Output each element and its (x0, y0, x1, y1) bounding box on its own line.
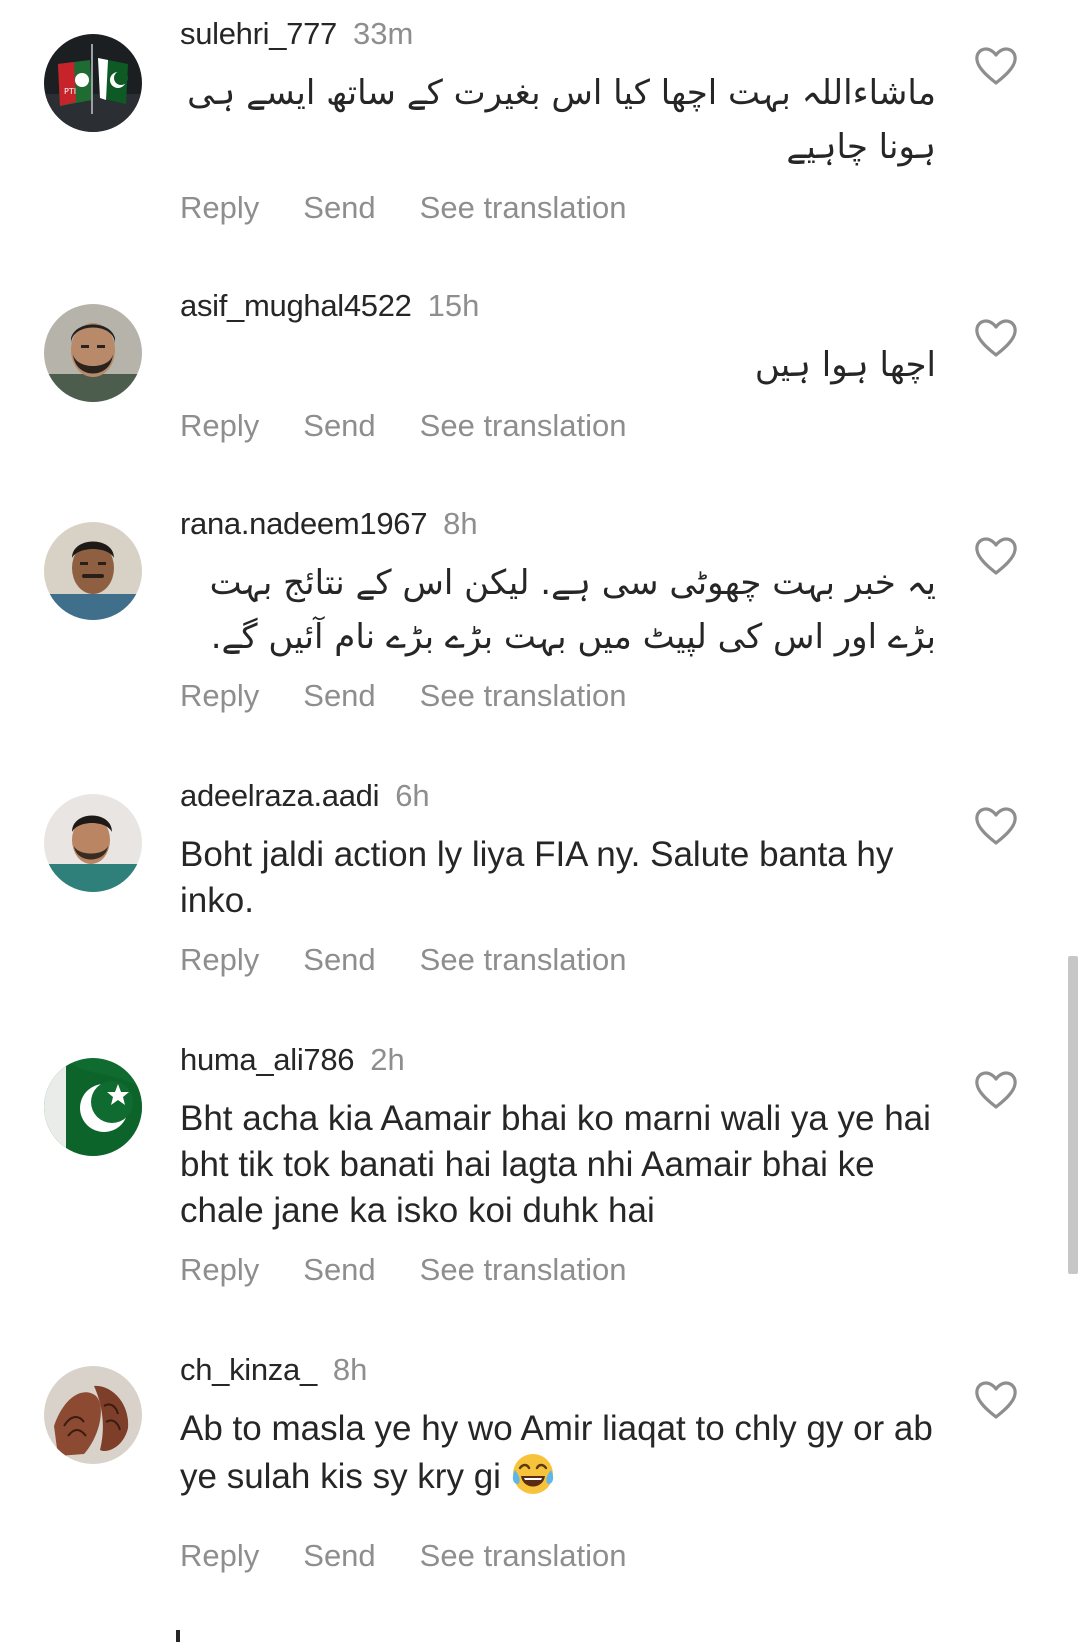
username[interactable]: huma_ali786 (180, 1042, 355, 1077)
send-button[interactable]: Send (303, 188, 375, 228)
heart-icon[interactable] (974, 536, 1018, 576)
avatar[interactable] (44, 1366, 142, 1464)
timestamp: 15h (427, 288, 480, 323)
timestamp: 2h (370, 1042, 405, 1077)
avatar[interactable]: PTI (44, 34, 142, 132)
timestamp: 8h (332, 1352, 368, 1387)
reply-button[interactable]: Reply (180, 676, 259, 716)
comment-text: Boht jaldi action ly liya FIA ny. Salute… (180, 835, 894, 920)
send-button[interactable]: Send (303, 1536, 375, 1576)
heart-icon[interactable] (974, 46, 1018, 86)
comment-actions: Reply Send See translation (180, 188, 626, 228)
username[interactable]: adeelraza.aadi (180, 778, 379, 813)
see-translation-button[interactable]: See translation (420, 188, 627, 228)
send-button[interactable]: Send (303, 676, 375, 716)
comment-meta: rana.nadeem1967 8h (180, 504, 478, 544)
comment-text: یہ خبر بہت چھوٹی سی ہے. لیکن اس کے نتائج… (209, 563, 936, 657)
comment-meta: asif_mughal4522 15h (180, 286, 479, 326)
comment-actions: Reply Send See translation (180, 940, 626, 980)
heart-icon[interactable] (974, 1380, 1018, 1420)
see-translation-button[interactable]: See translation (420, 1250, 627, 1290)
send-button[interactable]: Send (303, 406, 375, 446)
timestamp: 8h (443, 506, 478, 541)
comment-actions: Reply Send See translation (180, 1250, 626, 1290)
reply-button[interactable]: Reply (180, 940, 259, 980)
comment-text-content: Ab to masla ye hy wo Amir liaqat to chly… (180, 1409, 933, 1496)
comment-actions: Reply Send See translation (180, 1536, 626, 1576)
see-translation-button[interactable]: See translation (420, 940, 627, 980)
svg-text:PTI: PTI (64, 87, 76, 96)
avatar[interactable] (44, 1058, 142, 1156)
reply-button[interactable]: Reply (180, 406, 259, 446)
reply-button[interactable]: Reply (180, 1250, 259, 1290)
comment-text: Ab to masla ye hy wo Amir liaqat to chly… (180, 1406, 936, 1500)
see-translation-button[interactable]: See translation (420, 1536, 627, 1576)
comment-actions: Reply Send See translation (180, 406, 626, 446)
comment-actions: Reply Send See translation (180, 676, 626, 716)
heart-icon[interactable] (974, 1070, 1018, 1110)
reply-button[interactable]: Reply (180, 1536, 259, 1576)
heart-icon[interactable] (974, 318, 1018, 358)
username[interactable]: rana.nadeem1967 (180, 506, 427, 541)
comment-meta: sulehri_777 33m (180, 14, 413, 54)
scrollbar[interactable] (1068, 956, 1078, 1274)
comment-meta: huma_ali786 2h (180, 1040, 405, 1080)
comment-text: ماشاءاللہ بہت اچھا کیا اس بغیرت کے ساتھ … (187, 73, 936, 167)
comment-text: Bht acha kia Aamair bhai ko marni wali y… (180, 1099, 931, 1230)
send-button[interactable]: Send (303, 1250, 375, 1290)
comment-meta: adeelraza.aadi 6h (180, 776, 430, 816)
see-translation-button[interactable]: See translation (420, 676, 627, 716)
see-translation-button[interactable]: See translation (420, 406, 627, 446)
avatar[interactable] (44, 522, 142, 620)
avatar[interactable] (44, 304, 142, 402)
username[interactable]: sulehri_777 (180, 16, 337, 51)
next-comment-edge (176, 1630, 180, 1642)
timestamp: 33m (352, 16, 414, 51)
username[interactable]: asif_mughal4522 (180, 288, 412, 323)
avatar[interactable] (44, 794, 142, 892)
send-button[interactable]: Send (303, 940, 375, 980)
heart-icon[interactable] (974, 806, 1018, 846)
username[interactable]: ch_kinza_ (180, 1352, 317, 1387)
reply-button[interactable]: Reply (180, 188, 259, 228)
comment-text: اچھا ہوا ہیں (754, 345, 936, 385)
comment-meta: ch_kinza_ 8h (180, 1350, 367, 1390)
timestamp: 6h (395, 778, 430, 813)
face-with-tears-of-joy-emoji (511, 1452, 555, 1496)
